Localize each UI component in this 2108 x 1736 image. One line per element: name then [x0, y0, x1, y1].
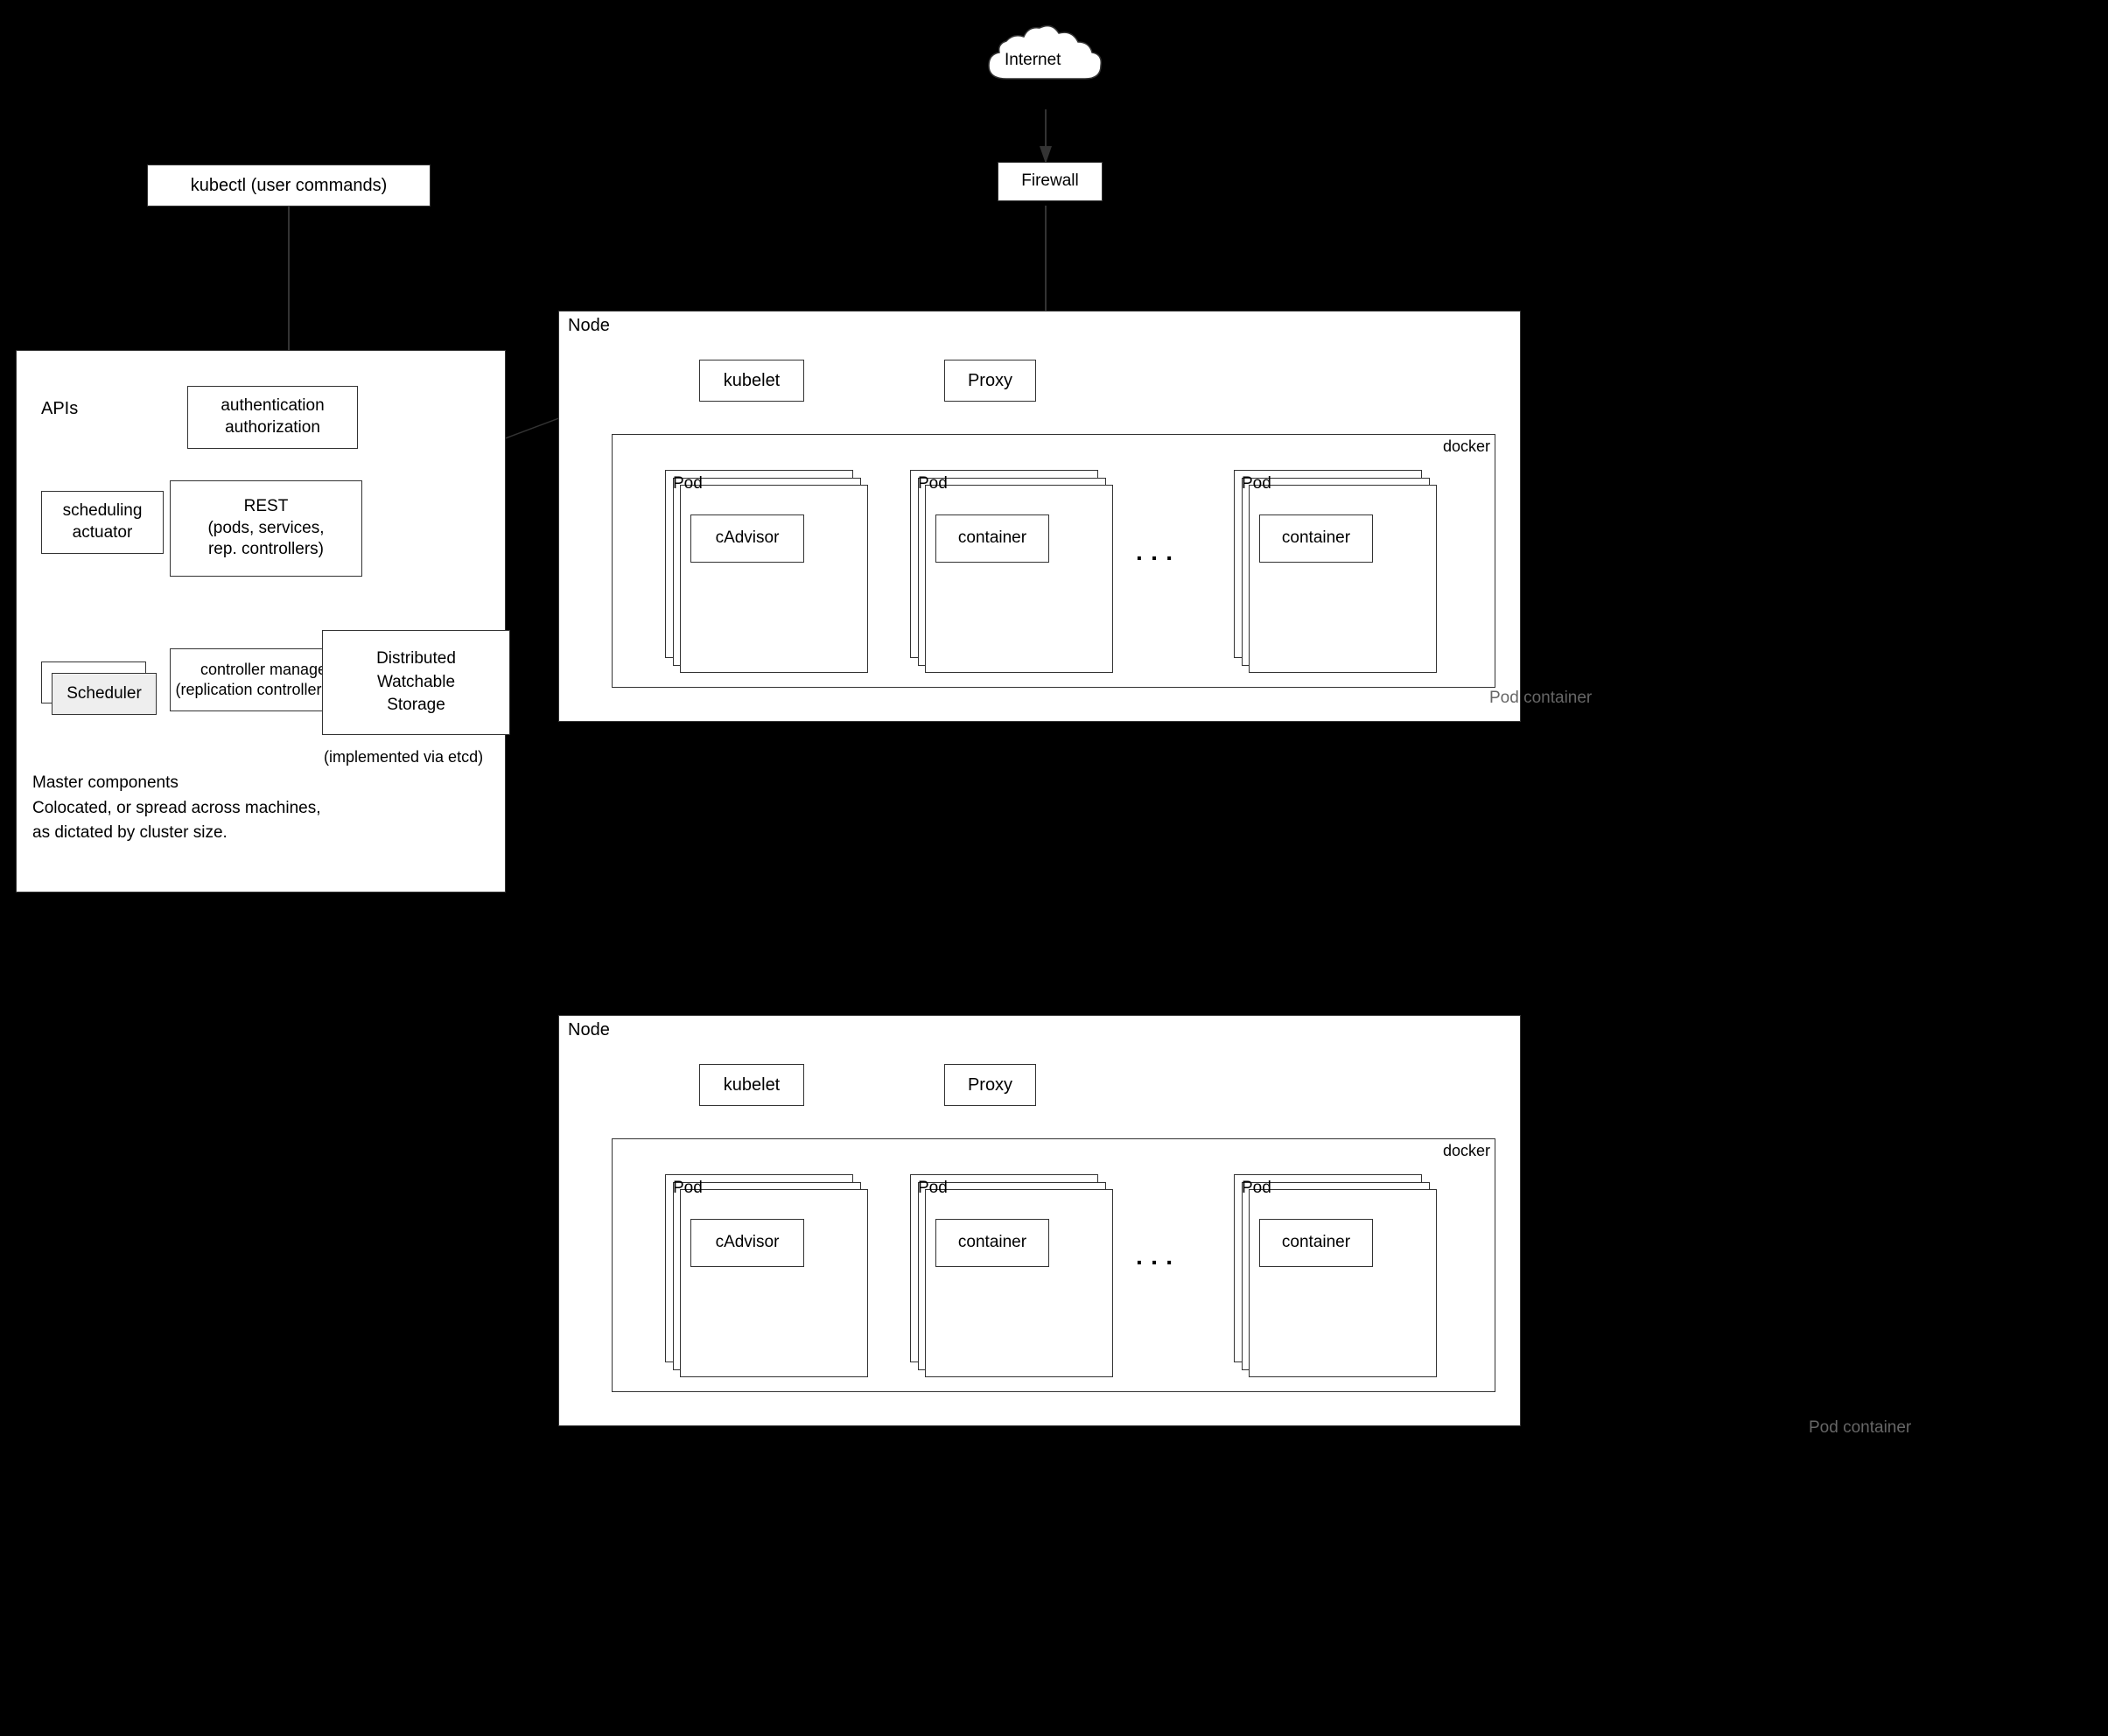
node1-container1: container	[935, 514, 1049, 563]
scheduling-actuator-box: scheduling actuator	[41, 491, 164, 554]
node2-pod3-label: Pod	[1242, 1179, 1428, 1198]
node2-dots: · · ·	[1136, 1249, 1174, 1277]
node2-docker-label: docker	[1443, 1142, 1490, 1160]
apis-label: APIs	[41, 399, 78, 419]
node1-pod2: Pod container	[910, 470, 1098, 658]
node1-pod3-label: Pod	[1242, 474, 1428, 494]
node2-container1: container	[935, 1219, 1049, 1267]
node1-docker-label: docker	[1443, 438, 1490, 456]
node1-pod3: Pod container	[1234, 470, 1422, 658]
node1-pod1: Pod cAdvisor	[665, 470, 853, 658]
node1-proxy: Proxy	[944, 360, 1036, 402]
distributed-storage-box: Distributed Watchable Storage	[322, 630, 510, 735]
auth-box: authentication authorization	[187, 386, 358, 449]
node1-label: Node	[568, 316, 610, 336]
node1-dots: · · ·	[1136, 544, 1174, 572]
node1-container2: container	[1259, 514, 1373, 563]
node1-kubelet: kubelet	[699, 360, 804, 402]
node2-cadvisor: cAdvisor	[690, 1219, 804, 1267]
node1-container: Node kubelet Proxy docker Pod cAdvisor P…	[558, 311, 1521, 722]
scheduler-box-2: Scheduler	[52, 673, 157, 715]
node2-docker: docker Pod cAdvisor Pod container · · · …	[612, 1138, 1495, 1392]
diagram-area: Internet Firewall kubectl (user commands…	[0, 0, 2108, 1736]
node2-pod2-label: Pod	[918, 1179, 1104, 1198]
node2-pod2: Pod container	[910, 1174, 1098, 1362]
node2-pod1-label: Pod	[673, 1179, 859, 1198]
kubectl-box: kubectl (user commands)	[147, 164, 431, 206]
node2-proxy: Proxy	[944, 1064, 1036, 1106]
pod-container-annotation-2: Pod container	[1809, 1418, 1911, 1438]
rest-box: REST (pods, services, rep. controllers)	[170, 480, 362, 577]
node2-label: Node	[568, 1020, 610, 1040]
etcd-label: (implemented via etcd)	[324, 748, 483, 766]
pod-container-annotation-1: Pod container	[1489, 689, 1592, 708]
node2-kubelet: kubelet	[699, 1064, 804, 1106]
node2-container2: container	[1259, 1219, 1373, 1267]
node2-pod1: Pod cAdvisor	[665, 1174, 853, 1362]
master-box: APIs authentication authorization REST (…	[16, 350, 506, 892]
internet-label: Internet	[1005, 51, 1061, 70]
node1-cadvisor: cAdvisor	[690, 514, 804, 563]
node1-pod2-label: Pod	[918, 474, 1104, 494]
node2-container: Node kubelet Proxy docker Pod cAdvisor P…	[558, 1015, 1521, 1426]
node1-pod1-label: Pod	[673, 474, 859, 494]
node1-docker: docker Pod cAdvisor Pod container · · · …	[612, 434, 1495, 688]
master-components-label: Master components Colocated, or spread a…	[32, 771, 321, 846]
firewall-box: Firewall	[998, 162, 1103, 201]
node2-pod3: Pod container	[1234, 1174, 1422, 1362]
